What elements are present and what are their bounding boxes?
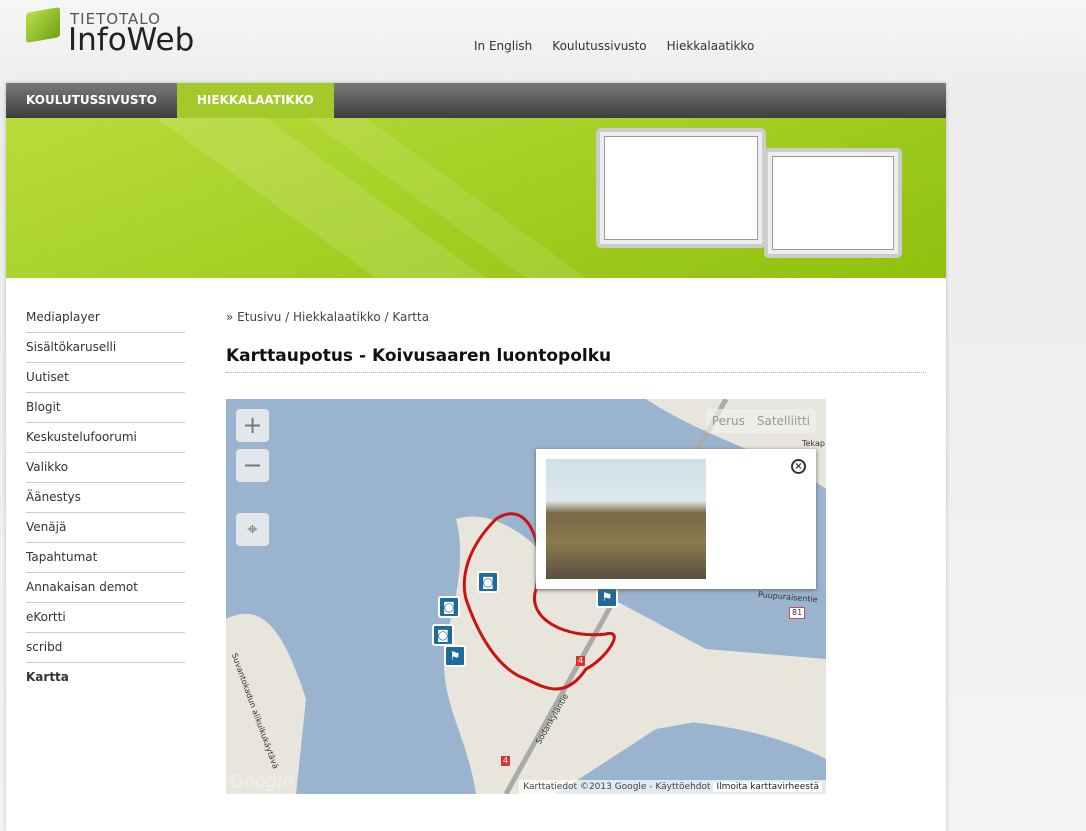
map-attribution: Karttatiedot ©2013 Google - Käyttöehdot … (519, 780, 826, 794)
sidebar-item[interactable]: Venäjä (26, 513, 185, 543)
close-icon[interactable]: × (791, 459, 806, 474)
sidebar-item[interactable]: Keskustelufoorumi (26, 423, 185, 453)
camera-marker-icon[interactable]: ◙ (432, 624, 454, 646)
breadcrumb: » Etusivu / Hiekkalaatikko / Kartta (226, 310, 430, 324)
sidebar-item-current[interactable]: Kartta (26, 663, 185, 693)
logo-product: InfoWeb (68, 22, 195, 58)
flag-marker-icon[interactable]: ⚑ (596, 586, 618, 608)
tab-hiekkalaatikko[interactable]: HIEKKALAATIKKO (176, 83, 334, 118)
info-window: × (536, 449, 816, 589)
sidebar-item[interactable]: Tapahtumat (26, 543, 185, 573)
banner (6, 118, 946, 278)
link-in-english[interactable]: In English (474, 39, 532, 53)
google-logo: Google (230, 771, 294, 792)
road-number-81: 81 (789, 607, 806, 619)
locate-icon[interactable]: ⌖ (236, 513, 269, 546)
sidebar-item[interactable]: Annakaisan demot (26, 573, 185, 603)
road-number-4: 4 (501, 756, 511, 766)
road-label-tekap: Tekap (802, 439, 825, 448)
camera-marker-icon[interactable]: ◙ (477, 571, 499, 593)
sidebar-item[interactable]: eKortti (26, 603, 185, 633)
camera-marker-icon[interactable]: ◙ (438, 596, 460, 618)
link-koulutussivusto[interactable]: Koulutussivusto (552, 39, 646, 53)
page-title: Karttaupotus - Koivusaaren luontopolku (226, 346, 926, 373)
sidebar-item[interactable]: Valikko (26, 453, 185, 483)
top-links: In English Koulutussivusto Hiekkalaatikk… (474, 39, 754, 53)
sidebar-item[interactable]: Blogit (26, 393, 185, 423)
page-container: KOULUTUSSIVUSTO HIEKKALAATIKKO Mediaplay… (6, 83, 946, 831)
sidebar-item[interactable]: Mediaplayer (26, 303, 185, 333)
link-hiekkalaatikko[interactable]: Hiekkalaatikko (667, 39, 755, 53)
sidebar-item[interactable]: Äänestys (26, 483, 185, 513)
zoom-in-button[interactable]: + (236, 409, 269, 442)
sidebar-nav: Mediaplayer Sisältökaruselli Uutiset Blo… (26, 303, 185, 693)
monitor-image (764, 148, 902, 258)
logo[interactable]: TIETOTALO InfoWeb (26, 7, 226, 63)
flag-marker-icon[interactable]: ⚑ (444, 645, 466, 667)
cube-logo-icon (26, 7, 60, 43)
road-number-4: 4 (576, 656, 586, 666)
main-tabs: KOULUTUSSIVUSTO HIEKKALAATIKKO (6, 83, 946, 118)
report-error-link[interactable]: Ilmoita karttavirheestä (713, 782, 822, 792)
map-type-satelliitti[interactable]: Satelliitti (751, 409, 816, 433)
sidebar-item[interactable]: scribd (26, 633, 185, 663)
tab-koulutussivusto[interactable]: KOULUTUSSIVUSTO (6, 83, 177, 118)
sidebar-item[interactable]: Uutiset (26, 363, 185, 393)
attribution-text[interactable]: Karttatiedot ©2013 Google - Käyttöehdot (523, 782, 710, 792)
zoom-out-button[interactable]: − (236, 449, 269, 482)
map-type-control: Perus Satelliitti (705, 409, 816, 433)
sidebar-item[interactable]: Sisältökaruselli (26, 333, 185, 363)
map-type-perus[interactable]: Perus (706, 409, 751, 433)
map[interactable]: 4 4 81 Sodankyläntie Suvantokadun alikul… (226, 399, 826, 794)
trail-photo (546, 459, 706, 579)
monitor-image (596, 128, 766, 248)
